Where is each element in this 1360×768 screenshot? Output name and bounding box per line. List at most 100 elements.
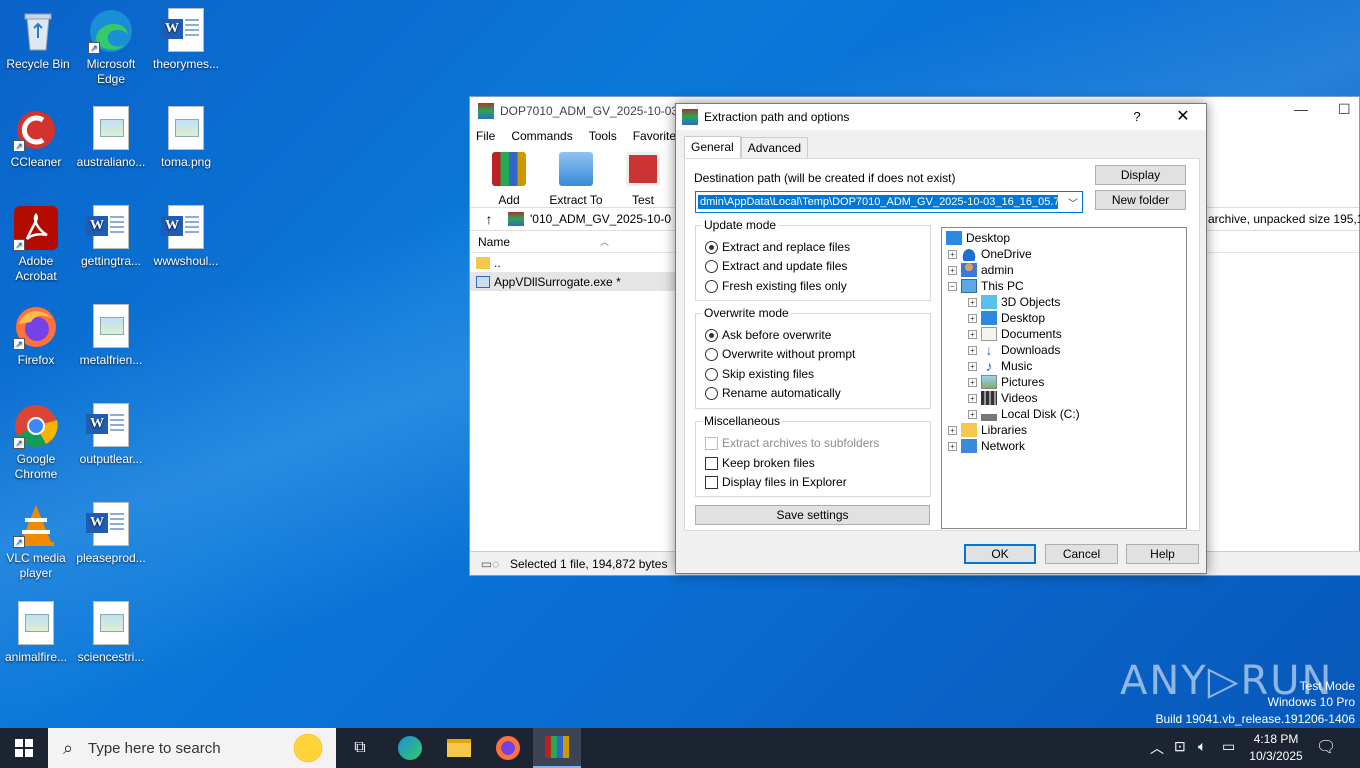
desktop-icon-animalfire[interactable]: animalfire... — [0, 597, 72, 665]
clock-time[interactable]: 4:18 PM — [1248, 732, 1304, 746]
radio-overwrite-without-prompt[interactable]: Overwrite without prompt — [705, 347, 855, 361]
close-icon[interactable]: ✕ — [1168, 106, 1198, 128]
desktop-icon-theorymes[interactable]: W theorymes... — [150, 4, 222, 72]
tree-item-documents[interactable]: + Documents — [968, 326, 1062, 342]
desktop-icon-adobe-acrobat[interactable]: ↗ Adobe Acrobat — [0, 201, 72, 284]
tab-advanced[interactable]: Advanced — [740, 137, 809, 159]
desktop-icon-google-chrome[interactable]: ↗ Google Chrome — [0, 399, 72, 482]
menu-file[interactable]: File — [476, 129, 495, 143]
minimize-icon[interactable]: — — [1294, 101, 1308, 117]
tab-general[interactable]: General — [684, 136, 741, 159]
menu-tools[interactable]: Tools — [589, 129, 617, 143]
desktop-icon-microsoft-edge[interactable]: ↗ Microsoft Edge — [75, 4, 147, 87]
expand-icon[interactable]: + — [968, 313, 977, 323]
desktop-icon-australiano[interactable]: australiano... — [75, 102, 147, 170]
network-status-icon[interactable]: ⊡ — [1174, 738, 1186, 755]
firefox-icon: ↗ — [13, 304, 59, 350]
desktop-icon-outputlear[interactable]: W outputlear... — [75, 399, 147, 467]
display-button[interactable]: Display — [1095, 165, 1186, 185]
taskbar-edge-icon[interactable] — [386, 728, 434, 768]
expand-icon[interactable]: + — [948, 265, 957, 275]
expand-icon[interactable]: + — [948, 441, 957, 451]
desktop-icon-label: sciencestri... — [77, 650, 145, 664]
vlc-icon: ↗ — [13, 502, 59, 548]
desktop-icon-wwwshoul[interactable]: W wwwshoul... — [150, 201, 222, 269]
desktop-icon-toma[interactable]: toma.png — [150, 102, 222, 170]
radio-extract-replace[interactable]: Extract and replace files — [705, 240, 850, 254]
desktop-icon-sciencestri[interactable]: sciencestri... — [75, 597, 147, 665]
archive-path[interactable]: '010_ADM_GV_2025-10-0 — [530, 212, 671, 226]
desktop-icon-pleaseprod[interactable]: W pleaseprod... — [75, 498, 147, 566]
checkbox-extract-to-subfolders[interactable]: Extract archives to subfolders — [705, 436, 879, 450]
desktop-icon-firefox[interactable]: ↗ Firefox — [0, 300, 72, 368]
tree-item-onedrive[interactable]: + OneDrive — [948, 246, 1032, 262]
desktop-icon-ccleaner[interactable]: ↗ CCleaner — [0, 102, 72, 170]
radio-ask-before-overwrite[interactable]: Ask before overwrite — [705, 328, 831, 342]
tray-chevron-up-icon[interactable]: ︿ — [1150, 738, 1164, 758]
radio-fresh-existing[interactable]: Fresh existing files only — [705, 279, 847, 293]
tree-item-videos[interactable]: + Videos — [968, 390, 1037, 406]
chevron-down-icon[interactable]: ﹀ — [1068, 195, 1078, 210]
menu-commands[interactable]: Commands — [511, 129, 572, 143]
tree-item-admin[interactable]: + admin — [948, 262, 1014, 278]
radio-extract-update[interactable]: Extract and update files — [705, 259, 847, 273]
windows-logo-icon — [15, 739, 33, 757]
tree-item-desktop[interactable]: Desktop — [946, 230, 1010, 246]
help-icon[interactable]: ? — [1122, 106, 1152, 128]
checkbox-keep-broken-files[interactable]: Keep broken files — [705, 456, 815, 470]
tree-item-3d-objects[interactable]: +3D Objects — [968, 294, 1060, 310]
expand-icon[interactable]: + — [968, 409, 977, 419]
radio-rename-automatically[interactable]: Rename automatically — [705, 386, 841, 400]
new-folder-button[interactable]: New folder — [1095, 190, 1186, 210]
expand-icon[interactable]: + — [968, 361, 977, 371]
desktop-icon-label: CCleaner — [10, 155, 62, 169]
tree-item-pictures[interactable]: + Pictures — [968, 374, 1044, 390]
expand-icon[interactable]: + — [968, 297, 977, 307]
list-item[interactable]: AppVDllSurrogate.exe * — [470, 272, 680, 291]
clock-date[interactable]: 10/3/2025 — [1244, 749, 1308, 763]
add-button[interactable]: Add — [484, 152, 534, 207]
maximize-icon[interactable]: ☐ — [1338, 101, 1351, 118]
volume-icon[interactable]: 🔈︎ — [1198, 738, 1206, 755]
up-arrow-icon[interactable]: ↑ — [470, 211, 508, 227]
expand-icon[interactable]: + — [968, 377, 977, 387]
extraction-dialog[interactable]: Extraction path and options ? ✕ General … — [675, 103, 1207, 574]
tree-item-downloads[interactable]: + ↓ Downloads — [968, 342, 1060, 358]
expand-icon[interactable]: + — [968, 345, 977, 355]
expand-icon[interactable]: + — [948, 249, 957, 259]
file-explorer-icon[interactable] — [435, 728, 483, 768]
desktop-icon-vlc[interactable]: ↗ VLC media player — [0, 498, 72, 581]
start-button[interactable] — [0, 728, 48, 768]
destination-path-combobox[interactable]: dmin\AppData\Local\Temp\DOP7010_ADM_GV_2… — [695, 191, 1083, 213]
taskbar-winrar-icon[interactable] — [533, 728, 581, 768]
ok-button[interactable]: OK — [964, 544, 1036, 564]
desktop-icon-gettingtra[interactable]: W gettingtra... — [75, 201, 147, 269]
action-center-icon[interactable]: 🗨︎ — [1316, 737, 1336, 757]
cancel-button[interactable]: Cancel — [1045, 544, 1118, 564]
shortcut-arrow-icon: ↗ — [13, 338, 25, 350]
save-settings-button[interactable]: Save settings — [695, 505, 930, 525]
taskbar-firefox-icon[interactable] — [484, 728, 532, 768]
tree-item-network[interactable]: + Network — [948, 438, 1025, 454]
tree-item-this-pc[interactable]: − This PC — [948, 278, 1024, 294]
tree-item-desktop-folder[interactable]: + Desktop — [968, 310, 1045, 326]
taskbar-search-box[interactable]: ⌕ Type here to search — [48, 728, 336, 768]
folder-tree[interactable]: Desktop + OneDrive + admin − This PC +3D Ob… — [941, 227, 1187, 529]
expand-icon[interactable]: + — [968, 393, 977, 403]
desktop-icon-recycle-bin[interactable]: Recycle Bin — [2, 4, 74, 72]
shortcut-arrow-icon: ↗ — [13, 536, 25, 548]
help-button[interactable]: Help — [1126, 544, 1199, 564]
tree-item-libraries[interactable]: + Libraries — [948, 422, 1027, 438]
tree-item-local-disk[interactable]: + Local Disk (C:) — [968, 406, 1080, 422]
extract-to-button[interactable]: Extract To — [546, 152, 606, 207]
test-button[interactable]: Test — [618, 152, 668, 207]
collapse-icon[interactable]: − — [948, 281, 957, 291]
tree-item-music[interactable]: + ♪ Music — [968, 358, 1032, 374]
radio-skip-existing[interactable]: Skip existing files — [705, 367, 814, 381]
checkbox-display-in-explorer[interactable]: Display files in Explorer — [705, 475, 847, 489]
task-view-icon[interactable]: ⧉ — [336, 728, 384, 768]
expand-icon[interactable]: + — [968, 329, 977, 339]
expand-icon[interactable]: + — [948, 425, 957, 435]
notification-tray-icon[interactable]: ▭ — [1222, 738, 1235, 755]
desktop-icon-metalfrien[interactable]: metalfrien... — [75, 300, 147, 368]
